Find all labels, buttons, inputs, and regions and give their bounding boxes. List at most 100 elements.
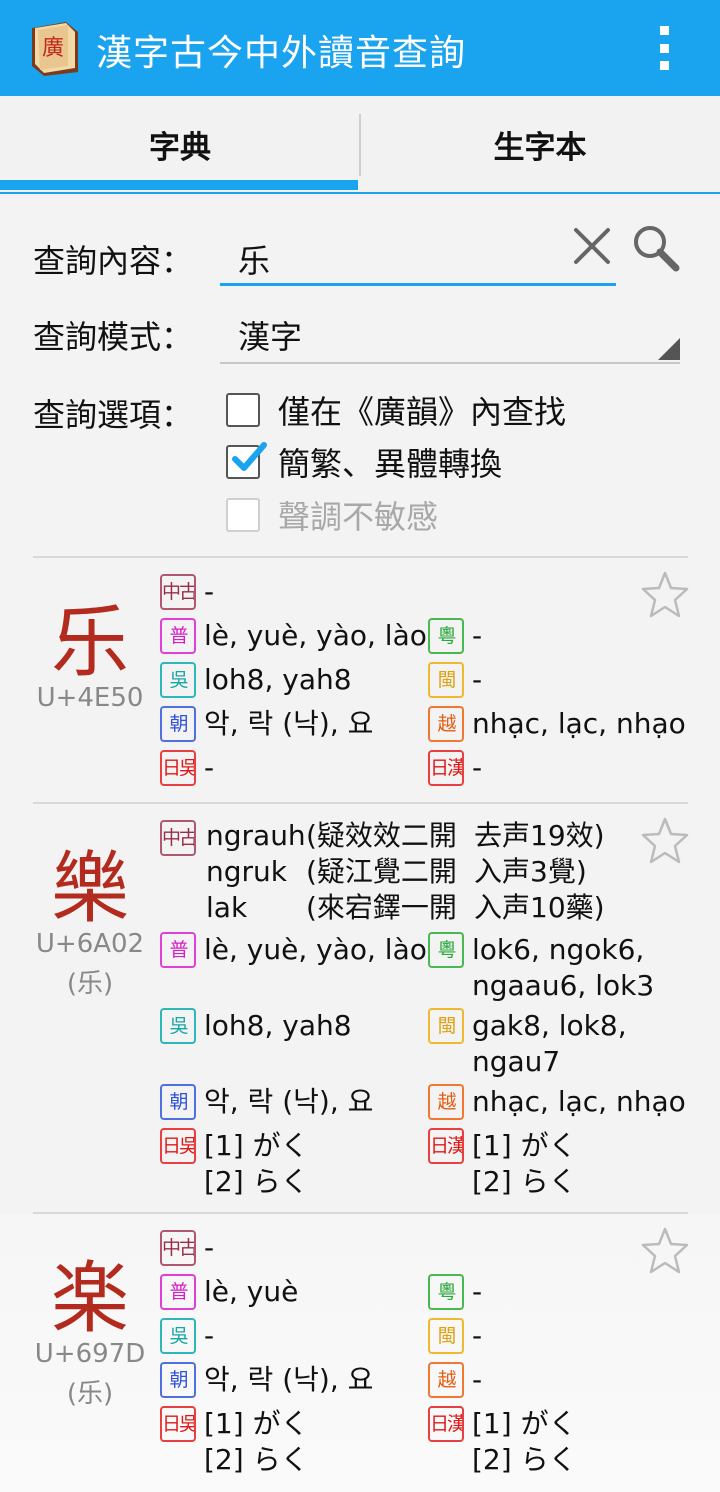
query-input[interactable]: 乐 xyxy=(220,228,616,286)
middle-chinese-badge-icon: 中古 xyxy=(160,574,196,610)
cantonese-badge-icon: 粵 xyxy=(428,932,464,968)
cantonese-value: - xyxy=(472,1275,483,1308)
mode-select[interactable]: 漢字 xyxy=(220,306,680,364)
vietnamese-badge-icon: 越 xyxy=(428,1362,464,1398)
japanese-kan-on-value: [1] がく xyxy=(472,1129,577,1162)
japanese-kan-on-value: [2] らく xyxy=(472,1443,577,1476)
star-icon[interactable] xyxy=(640,816,690,866)
cantonese-badge-icon: 粵 xyxy=(428,618,464,654)
vietnamese-value: - xyxy=(472,1363,483,1396)
app-bar: 廣 漢字古今中外讀音查詢 xyxy=(0,0,720,96)
wu-badge-icon: 吳 xyxy=(160,1318,196,1354)
option-label: 僅在《廣韻》內查找 xyxy=(278,393,567,431)
option-label: 簡繁、異體轉換 xyxy=(278,445,503,483)
japanese-kan-on-badge-icon: 日漢 xyxy=(428,1128,464,1164)
wu-badge-icon: 吳 xyxy=(160,1008,196,1044)
min-value: gak8, lok8, xyxy=(472,1009,627,1042)
korean-badge-icon: 朝 xyxy=(160,1362,196,1398)
overflow-menu-icon[interactable] xyxy=(650,26,678,70)
wu-value: - xyxy=(204,1319,215,1352)
japanese-kan-on-value: [1] がく xyxy=(472,1407,577,1440)
entry-character: 樂 xyxy=(50,844,129,934)
query-label: 查詢內容： xyxy=(33,242,194,280)
middle-chinese-value: - xyxy=(204,575,215,608)
japanese-go-on-badge-icon: 日吳 xyxy=(160,1406,196,1442)
option-guangyun-only[interactable]: 僅在《廣韻》內查找 xyxy=(226,388,566,432)
clear-icon[interactable] xyxy=(570,224,614,268)
checkbox-checked[interactable] xyxy=(226,442,267,479)
vietnamese-badge-icon: 越 xyxy=(428,706,464,742)
search-icon[interactable] xyxy=(630,222,682,274)
min-value: - xyxy=(472,663,483,696)
vietnamese-badge-icon: 越 xyxy=(428,1084,464,1120)
japanese-go-on-value: - xyxy=(204,751,215,784)
wu-value: loh8, yah8 xyxy=(204,663,352,696)
mode-select-value: 漢字 xyxy=(238,318,303,356)
result-entry[interactable]: 樂 U+6A02 (乐) 中古 ngrauh (疑效效二開 去声19效) ngr… xyxy=(0,804,720,1212)
cantonese-value: lok6, ngok6, xyxy=(472,933,645,966)
min-value: ngau7 xyxy=(472,1045,561,1078)
cantonese-value: - xyxy=(472,619,483,652)
japanese-kan-on-badge-icon: 日漢 xyxy=(428,1406,464,1442)
wu-value: loh8, yah8 xyxy=(204,1009,352,1042)
result-entry[interactable]: 乐 U+4E50 中古 - 普 lè, yuè, yào, lào 粵 - 吳 … xyxy=(0,558,720,802)
japanese-go-on-value: [1] がく xyxy=(204,1407,309,1440)
checkbox-disabled xyxy=(226,498,260,532)
entry-character: 乐 xyxy=(50,598,129,688)
korean-badge-icon: 朝 xyxy=(160,706,196,742)
vietnamese-value: nhạc, lạc, nhạo xyxy=(472,1085,686,1118)
option-tone-insensitive: 聲調不敏感 xyxy=(226,493,438,537)
star-icon[interactable] xyxy=(640,570,690,620)
wu-badge-icon: 吳 xyxy=(160,662,196,698)
korean-value: 악, 락 (낙), 요 xyxy=(204,1363,374,1396)
min-badge-icon: 閩 xyxy=(428,1318,464,1354)
tab-vocabulary[interactable]: 生字本 xyxy=(360,96,720,192)
japanese-go-on-badge-icon: 日吳 xyxy=(160,1128,196,1164)
japanese-kan-on-value: [2] らく xyxy=(472,1165,577,1198)
app-title: 漢字古今中外讀音查詢 xyxy=(96,33,467,74)
korean-value: 악, 락 (낙), 요 xyxy=(204,1085,374,1118)
middle-chinese-value: - xyxy=(204,1231,215,1264)
unicode-code: U+6A02 xyxy=(35,929,145,959)
japanese-go-on-value: [2] らく xyxy=(204,1165,309,1198)
korean-value: 악, 락 (낙), 요 xyxy=(204,707,374,740)
japanese-kan-on-badge-icon: 日漢 xyxy=(428,750,464,786)
book-app-icon: 廣 xyxy=(32,22,78,76)
simplified-form: (乐) xyxy=(66,969,114,999)
checkmark-icon xyxy=(232,442,267,471)
japanese-go-on-value: [2] らく xyxy=(204,1443,309,1476)
option-variant-conversion[interactable]: 簡繁、異體轉換 xyxy=(226,440,502,484)
tab-indicator xyxy=(0,180,358,190)
options-label: 查詢選項： xyxy=(33,396,194,434)
vietnamese-value: nhạc, lạc, nhạo xyxy=(472,707,686,740)
min-badge-icon: 閩 xyxy=(428,662,464,698)
simplified-form: (乐) xyxy=(66,1379,114,1409)
option-label: 聲調不敏感 xyxy=(278,498,439,536)
korean-badge-icon: 朝 xyxy=(160,1084,196,1120)
mandarin-badge-icon: 普 xyxy=(160,618,196,654)
svg-text:廣: 廣 xyxy=(42,36,64,61)
star-icon[interactable] xyxy=(640,1226,690,1276)
japanese-go-on-value: [1] がく xyxy=(204,1129,309,1162)
mode-label: 查詢模式： xyxy=(33,318,194,356)
japanese-kan-on-value: - xyxy=(472,751,483,784)
middle-chinese-badge-icon: 中古 xyxy=(160,820,196,856)
mandarin-badge-icon: 普 xyxy=(160,1274,196,1310)
unicode-code: U+697D xyxy=(34,1339,146,1369)
mandarin-value: lè, yuè, yào, lào xyxy=(204,619,427,652)
mandarin-value: lè, yuè xyxy=(204,1275,299,1308)
cantonese-badge-icon: 粵 xyxy=(428,1274,464,1310)
unicode-code: U+4E50 xyxy=(36,683,144,713)
middle-chinese-badge-icon: 中古 xyxy=(160,1230,196,1266)
japanese-go-on-badge-icon: 日吳 xyxy=(160,750,196,786)
checkbox[interactable] xyxy=(226,393,260,427)
dropdown-caret-icon xyxy=(658,338,680,360)
result-entry[interactable]: 楽 U+697D (乐) 中古 - 普 lè, yuè 粵 - 吳 - 閩 - … xyxy=(0,1214,720,1492)
cantonese-value: ngaau6, lok3 xyxy=(472,969,655,1002)
tab-dictionary[interactable]: 字典 xyxy=(0,96,360,192)
mandarin-value: lè, yuè, yào, lào xyxy=(204,933,427,966)
mandarin-badge-icon: 普 xyxy=(160,932,196,968)
min-value: - xyxy=(472,1319,483,1352)
min-badge-icon: 閩 xyxy=(428,1008,464,1044)
entry-character: 楽 xyxy=(50,1254,129,1344)
